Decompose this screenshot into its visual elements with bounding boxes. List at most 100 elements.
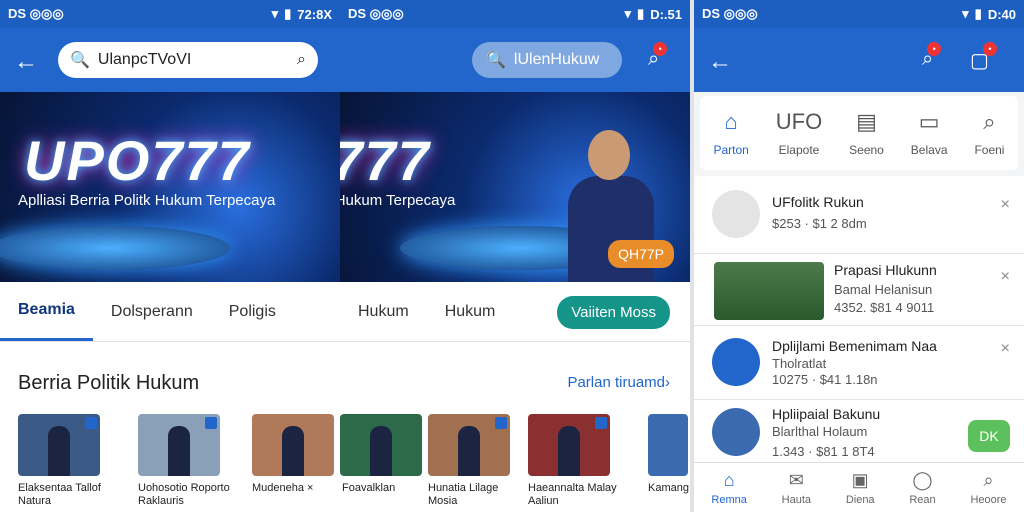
- home-icon: ⌂: [723, 469, 735, 490]
- tab-bar: Hukum Hukum Vaiiten Moss: [340, 282, 690, 342]
- notification-badge: •: [927, 42, 942, 56]
- thumb-6[interactable]: [648, 414, 688, 476]
- podium: [0, 226, 230, 270]
- screen-3: DS ◎◎◎ ▾ ▮ D:40 ← ⌕ • ▢ • ⌂ Parton UFO Elapote…: [694, 0, 1024, 512]
- cat-3[interactable]: ▭ Belava: [911, 109, 948, 157]
- avatar: [712, 338, 760, 386]
- thumb-4[interactable]: [428, 414, 510, 476]
- thumb-0[interactable]: [18, 414, 100, 476]
- caption-1: Uohosotio Roporto Raklauris: [138, 482, 230, 507]
- news-section: Berria Politik Hukum Elaksentaa Tallof N…: [0, 350, 340, 512]
- clock: D:40: [987, 6, 1016, 22]
- thumb-3[interactable]: [340, 414, 422, 476]
- app-bar: ← ⌕ • ▢ •: [694, 28, 1024, 92]
- back-icon[interactable]: ←: [14, 48, 38, 76]
- tab-2[interactable]: Poligis: [211, 282, 294, 341]
- caption-2: Mudeneha ×: [252, 482, 314, 494]
- profile-icon: ◯: [912, 469, 933, 490]
- close-icon[interactable]: ×: [1001, 340, 1010, 358]
- list-item[interactable]: UFfolitk Rukun $253 · $1 2 8dm ×: [694, 176, 1024, 254]
- notification-badge: •: [653, 42, 668, 56]
- thumb-1[interactable]: [138, 414, 220, 476]
- search-icon-button[interactable]: ⌕ •: [922, 42, 942, 71]
- hero-tagline: Aplliasi Berria Politk Hukum Terpecaya: [340, 192, 456, 209]
- avatar: [712, 190, 760, 238]
- search-icon-button[interactable]: ⌕ •: [648, 42, 668, 71]
- search-icon: ⌕: [983, 469, 994, 490]
- logo-icon: UFO: [775, 109, 823, 134]
- search-icon: 🔍: [486, 52, 506, 69]
- lens-icon[interactable]: ⌕: [297, 51, 306, 69]
- clock: D:.51: [650, 6, 682, 22]
- avatar: [712, 408, 760, 456]
- caption-3: Foavalklan: [342, 482, 396, 494]
- status-bar: DS ◎◎◎ ▾ ▮ 72:8X: [0, 0, 340, 28]
- hero-logo: UPO777: [24, 129, 251, 192]
- list-icon: ▤: [856, 109, 877, 134]
- battery-icon: ▮: [637, 6, 645, 21]
- back-icon[interactable]: ←: [708, 48, 732, 76]
- cat-home[interactable]: ⌂ Parton: [713, 109, 748, 157]
- tab-1[interactable]: Dolsperann: [93, 282, 211, 341]
- caption-4: Hunatia Lilage Mosia: [428, 482, 499, 507]
- thumb-5[interactable]: [528, 414, 610, 476]
- hero-banner[interactable]: UPO777 Aplliasi Berria Politk Hukum Terp…: [0, 92, 340, 282]
- status-bar: DS ◎◎◎ ▾ ▮ D:40: [694, 0, 1024, 28]
- tab-4[interactable]: Hukum: [427, 282, 514, 341]
- pill-search[interactable]: 🔍 lUlenHukuw: [472, 42, 622, 78]
- hero-tagline: Aplliasi Berria Politk Hukum Terpecaya: [18, 192, 276, 209]
- news-list: UFfolitk Rukun $253 · $1 2 8dm × Prapasi…: [694, 176, 1024, 462]
- app-bar: 🔍 lUlenHukuw ⌕ •: [340, 28, 690, 92]
- clock: 72:8X: [297, 6, 332, 22]
- nav-4[interactable]: ⌕ Heoore: [970, 470, 1006, 506]
- app-bar: ← 🔍 UlanpcTVoVI ⌕: [0, 28, 340, 92]
- pill-label: lUlenHukuw: [513, 51, 600, 68]
- nav-home[interactable]: ⌂ Remna: [711, 470, 746, 506]
- news-section: Parlan tiruamd› Foavalklan Hunatia Lilag…: [340, 350, 690, 512]
- list-item[interactable]: Prapasi Hlukunn Bamal Helanisun 4352. $8…: [694, 254, 1024, 326]
- thumbnail: [714, 262, 824, 320]
- search-icon: ⌕: [983, 109, 996, 134]
- chat-icon[interactable]: ▢ •: [970, 42, 997, 73]
- battery-icon: ▮: [284, 6, 292, 21]
- nav-3[interactable]: ◯ Rean: [909, 470, 935, 506]
- see-more-link[interactable]: Parlan tiruamd›: [567, 374, 670, 391]
- caption-0: Elaksentaa Tallof Natura: [18, 482, 101, 507]
- cat-2[interactable]: ▤ Seeno: [849, 109, 884, 157]
- status-bar: DS ◎◎◎ ▾ ▮ D:.51: [340, 0, 690, 28]
- nav-1[interactable]: ✉ Hauta: [782, 470, 811, 506]
- cta-button[interactable]: Vaiiten Moss: [557, 296, 670, 329]
- search-value: UlanpcTVoVI: [97, 51, 192, 68]
- list-item[interactable]: Hpliipaial Bakunu Blarlthal Holaum 1.343…: [694, 400, 1024, 462]
- chat-icon: ✉: [788, 469, 804, 490]
- nav-2[interactable]: ▣ Diena: [846, 470, 875, 506]
- section-title: Berria Politik Hukum: [18, 372, 200, 394]
- hero-logo: UPO777: [340, 129, 431, 192]
- close-icon[interactable]: ×: [1001, 196, 1010, 214]
- category-row: ⌂ Parton UFO Elapote ▤ Seeno ▭ Belava ⌕ Foeni: [700, 96, 1018, 170]
- status-left: DS ◎◎◎: [702, 6, 758, 21]
- wifi-icon: ▾: [962, 6, 969, 21]
- image-icon: ▣: [851, 469, 869, 490]
- caption-6: Kamang: [648, 482, 689, 494]
- tab-bar: Beamia Dolsperann Poligis: [0, 282, 340, 342]
- hero-badge: QH77P: [608, 240, 674, 268]
- bottom-nav: ⌂ Remna ✉ Hauta ▣ Diena ◯ Rean ⌕ Heoore: [694, 462, 1024, 512]
- wifi-icon: ▾: [624, 6, 632, 21]
- close-icon[interactable]: ×: [1001, 268, 1010, 286]
- list-item[interactable]: Dplijlami Bemenimam Naa Tholratlat 10275…: [694, 326, 1024, 400]
- home-icon: ⌂: [724, 109, 738, 134]
- hero-banner[interactable]: UPO777 Aplliasi Berria Politk Hukum Terp…: [340, 92, 690, 282]
- tab-0[interactable]: Beamia: [0, 282, 93, 341]
- cat-4[interactable]: ⌕ Foeni: [974, 109, 1004, 157]
- screen-1: DS ◎◎◎ ▾ ▮ 72:8X ← 🔍 UlanpcTVoVI ⌕ UPO777 …: [0, 0, 340, 512]
- cat-1[interactable]: UFO Elapote: [776, 109, 822, 157]
- search-icon: 🔍: [70, 52, 90, 69]
- tab-3[interactable]: Hukum: [340, 282, 427, 341]
- ok-button[interactable]: DK: [968, 420, 1010, 452]
- search-input[interactable]: 🔍 UlanpcTVoVI ⌕: [58, 42, 318, 78]
- status-left: DS ◎◎◎: [8, 6, 64, 21]
- thumb-2[interactable]: [252, 414, 334, 476]
- battery-icon: ▮: [974, 6, 982, 21]
- caption-5: Haeannalta Malay Aaliun: [528, 482, 617, 507]
